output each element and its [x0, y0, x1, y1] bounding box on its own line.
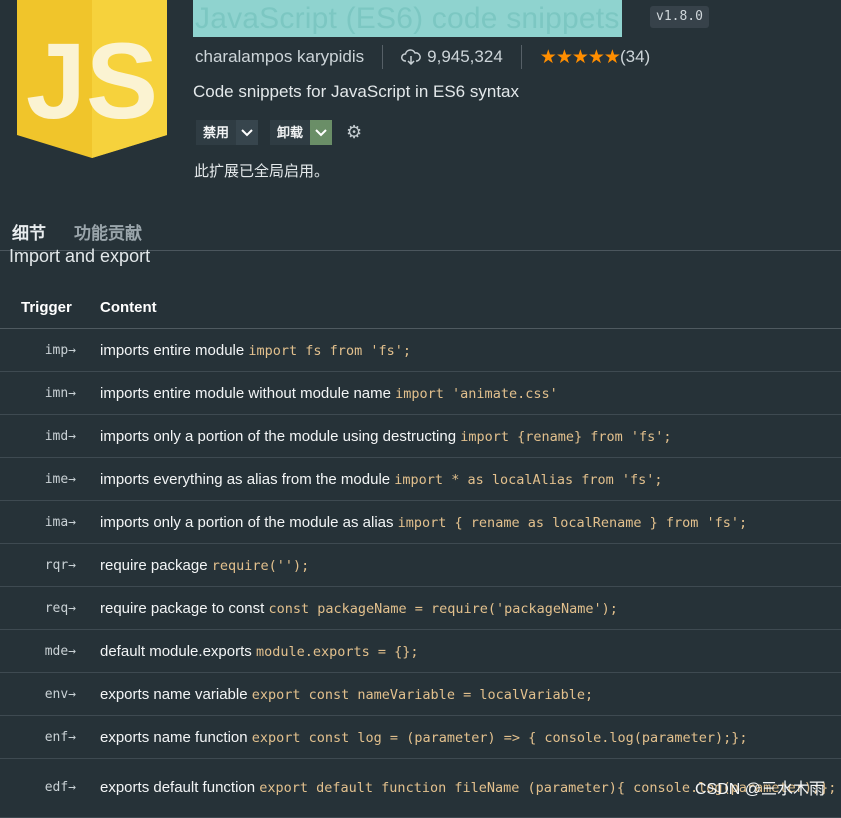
rating-count: (34)	[619, 47, 651, 66]
content-cell: default module.exports module.exports = …	[100, 629, 841, 673]
content-cell: imports entire module import fs from 'fs…	[100, 328, 841, 372]
snippet-code: export const log = (parameter) => { cons…	[251, 729, 748, 746]
table-row: imn→ imports entire module without module…	[0, 371, 841, 415]
snippet-description: imports everything as alias from the mod…	[100, 470, 395, 488]
table-row: enf→ exports name function export const l…	[0, 715, 841, 759]
content-cell: exports name function export const log =…	[100, 715, 841, 759]
trigger-cell: imp→	[0, 328, 100, 372]
snippet-description: exports default function	[100, 779, 260, 796]
tab-bar: 细节 功能贡献	[12, 219, 142, 244]
snippet-code: import * as localAlias from 'fs';	[394, 471, 663, 488]
trigger-cell: req→	[0, 586, 100, 630]
watermark: CSDN @三水木雨	[694, 781, 825, 798]
snippet-description: imports only a portion of the module as …	[100, 513, 398, 531]
logo-text: JS	[26, 20, 158, 141]
content-cell: imports only a portion of the module as …	[100, 500, 841, 544]
snippet-description: imports entire module	[100, 341, 249, 359]
star-rating-icon: ★★★★★	[539, 46, 621, 68]
content-cell: exports name variable export const nameV…	[100, 672, 841, 716]
content-cell: imports everything as alias from the mod…	[100, 457, 841, 501]
version-badge: v1.8.0	[650, 6, 709, 28]
snippet-description: imports entire module without module nam…	[100, 384, 396, 402]
chevron-down-icon[interactable]	[236, 120, 259, 145]
snippet-description: require package to const	[100, 599, 269, 617]
trigger-cell: imd→	[0, 414, 100, 458]
install-count: 9,945,324	[401, 47, 503, 67]
table-row: env→ exports name variable export const n…	[0, 672, 841, 716]
content-cell: imports entire module without module nam…	[100, 371, 841, 415]
uninstall-button[interactable]: 卸载	[270, 120, 333, 145]
snippet-code: import { rename as localRename } from 'f…	[397, 514, 748, 531]
table-row: mde→ default module.exports module.export…	[0, 629, 841, 673]
cloud-download-icon	[401, 49, 421, 65]
snippet-code: import 'animate.css'	[395, 385, 558, 402]
table-row: imd→ imports only a portion of the module…	[0, 414, 841, 458]
chevron-down-icon[interactable]	[310, 120, 333, 145]
snippet-description: exports name function	[100, 728, 252, 746]
gear-icon[interactable]: ⚙	[346, 122, 362, 143]
publisher-link[interactable]: charalampos karypidis	[195, 47, 364, 67]
table-row: req→ require package to const const packa…	[0, 586, 841, 630]
column-header-content: Content	[100, 298, 157, 316]
snippet-code: require('');	[211, 557, 310, 574]
snippet-code: module.exports = {};	[255, 643, 419, 660]
tab-details[interactable]: 细节	[12, 219, 46, 244]
trigger-cell: ime→	[0, 457, 100, 501]
snippet-code: import fs from 'fs';	[248, 342, 411, 359]
meta-row: charalampos karypidis 9,945,324 ★★★★★ (3…	[195, 45, 650, 69]
snippet-code: export const nameVariable = localVariabl…	[251, 686, 594, 703]
trigger-cell: edf→	[0, 758, 100, 818]
snippets-table: Trigger Content imp→ imports entire modul…	[0, 286, 841, 818]
snippet-code: import {rename} from 'fs';	[460, 428, 672, 445]
table-row: rqr→ require package require('');	[0, 543, 841, 587]
trigger-cell: ima→	[0, 500, 100, 544]
disable-button-label: 禁用	[196, 120, 237, 145]
trigger-cell: enf→	[0, 715, 100, 759]
install-count-value: 9,945,324	[427, 47, 503, 66]
trigger-cell: mde→	[0, 629, 100, 673]
table-row: ime→ imports everything as alias from the…	[0, 457, 841, 501]
extension-description: Code snippets for JavaScript in ES6 synt…	[193, 82, 519, 101]
snippet-description: exports name variable	[100, 685, 252, 703]
extension-title: JavaScript (ES6) code snippets	[193, 0, 622, 37]
action-buttons: 禁用 卸载 ⚙	[196, 120, 362, 145]
content-cell: require package to const const packageNa…	[100, 586, 841, 630]
rating[interactable]: ★★★★★ (34)	[540, 46, 650, 69]
table-row: ima→ imports only a portion of the module…	[0, 500, 841, 544]
trigger-cell: rqr→	[0, 543, 100, 587]
extension-logo: JS	[17, 0, 167, 158]
snippet-description: require package	[100, 556, 212, 574]
divider	[520, 45, 522, 69]
trigger-cell: env→	[0, 672, 100, 716]
column-header-trigger: Trigger	[21, 298, 72, 316]
trigger-cell: imn→	[0, 371, 100, 415]
section-heading: Import and export	[9, 246, 151, 266]
snippet-description: imports only a portion of the module usi…	[100, 427, 461, 445]
enabled-status: 此扩展已全局启用。	[194, 163, 330, 180]
snippet-description: default module.exports	[100, 642, 256, 660]
tab-contributions[interactable]: 功能贡献	[74, 219, 142, 244]
table-header-row: Trigger Content	[0, 286, 841, 329]
content-cell: imports only a portion of the module usi…	[100, 414, 841, 458]
table-row: imp→ imports entire module import fs from…	[0, 328, 841, 372]
snippet-code: const packageName = require('packageName…	[268, 600, 618, 617]
divider	[382, 45, 384, 69]
disable-button[interactable]: 禁用	[196, 120, 259, 145]
uninstall-button-label: 卸载	[270, 120, 311, 145]
content-cell: require package require('');	[100, 543, 841, 587]
